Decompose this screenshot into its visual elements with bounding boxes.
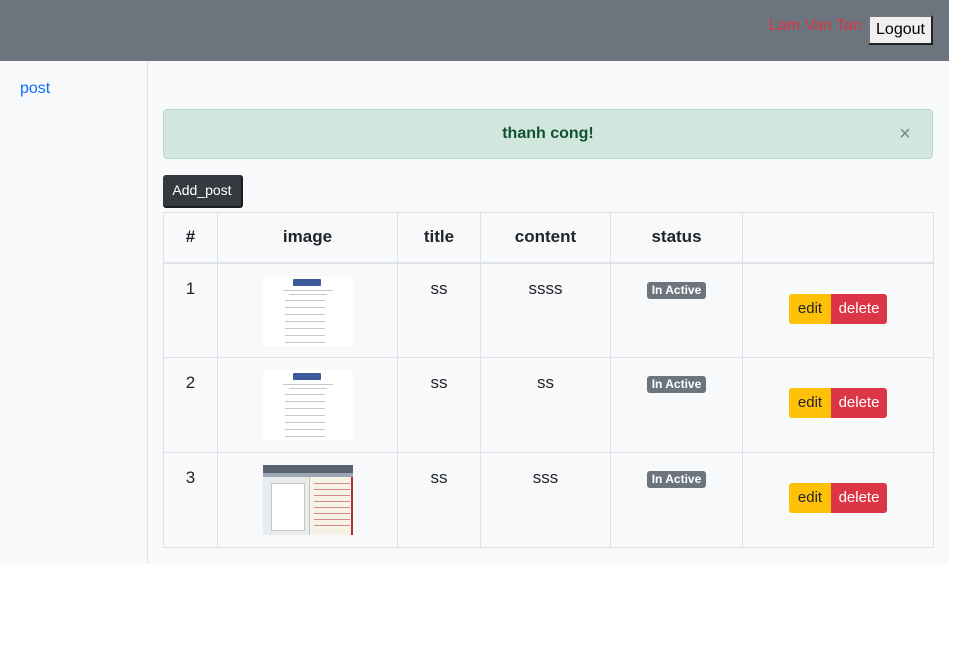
column-header-number: # — [163, 212, 218, 264]
table-header-row: # image title content status — [163, 212, 934, 264]
success-alert: thanh cong! × — [163, 109, 933, 159]
close-icon[interactable]: × — [897, 123, 913, 145]
post-content: ss — [480, 357, 611, 453]
row-number: 1 — [163, 262, 218, 358]
edit-button[interactable]: edit — [789, 293, 831, 324]
actions-cell: edit delete — [742, 452, 934, 548]
app-root: Lam Van Tan Logout post thanh cong! × Ad… — [0, 0, 949, 564]
column-header-title: title — [397, 212, 481, 264]
add-post-button[interactable]: Add_post — [163, 175, 243, 208]
sidebar: post — [0, 61, 148, 564]
user-name: Lam Van Tan — [769, 17, 862, 34]
row-actions: edit delete — [789, 293, 887, 324]
row-number: 3 — [163, 452, 218, 548]
logout-button[interactable]: Logout — [868, 15, 933, 45]
delete-button[interactable]: delete — [831, 483, 887, 513]
status-badge: In Active — [646, 471, 707, 488]
top-navbar: Lam Van Tan Logout — [0, 0, 949, 61]
image-cell — [217, 262, 398, 358]
row-actions: edit delete — [789, 388, 887, 418]
posts-table: # image title content status 1 ss ssss I… — [163, 212, 934, 548]
edit-button[interactable]: edit — [789, 483, 831, 513]
actions-cell: edit delete — [742, 262, 934, 358]
image-cell — [217, 452, 398, 548]
row-actions: edit delete — [789, 483, 887, 513]
post-image-thumbnail — [262, 370, 353, 440]
edit-button[interactable]: edit — [789, 388, 831, 418]
delete-button[interactable]: delete — [831, 293, 887, 324]
post-image-thumbnail — [262, 465, 353, 535]
table-row: 3 ss sss In Active edit delete — [163, 452, 934, 548]
column-header-actions — [742, 212, 934, 264]
image-cell — [217, 357, 398, 453]
delete-button[interactable]: delete — [831, 388, 887, 418]
status-cell: In Active — [610, 262, 743, 358]
status-cell: In Active — [610, 452, 743, 548]
actions-cell: edit delete — [742, 357, 934, 453]
post-title: ss — [397, 452, 481, 548]
post-title: ss — [397, 357, 481, 453]
column-header-content: content — [480, 212, 611, 264]
post-content: sss — [480, 452, 611, 548]
post-image-thumbnail — [262, 275, 353, 346]
status-badge: In Active — [646, 376, 707, 393]
status-badge: In Active — [646, 281, 707, 299]
column-header-status: status — [610, 212, 743, 264]
status-cell: In Active — [610, 357, 743, 453]
post-title: ss — [397, 262, 481, 358]
table-row: 2 ss ss In Active edit delete — [163, 357, 934, 453]
table-row: 1 ss ssss In Active edit delete — [163, 262, 934, 358]
post-content: ssss — [480, 262, 611, 358]
column-header-image: image — [217, 212, 398, 264]
alert-message: thanh cong! — [502, 125, 594, 142]
row-number: 2 — [163, 357, 218, 453]
sidebar-item-post[interactable]: post — [20, 80, 50, 98]
